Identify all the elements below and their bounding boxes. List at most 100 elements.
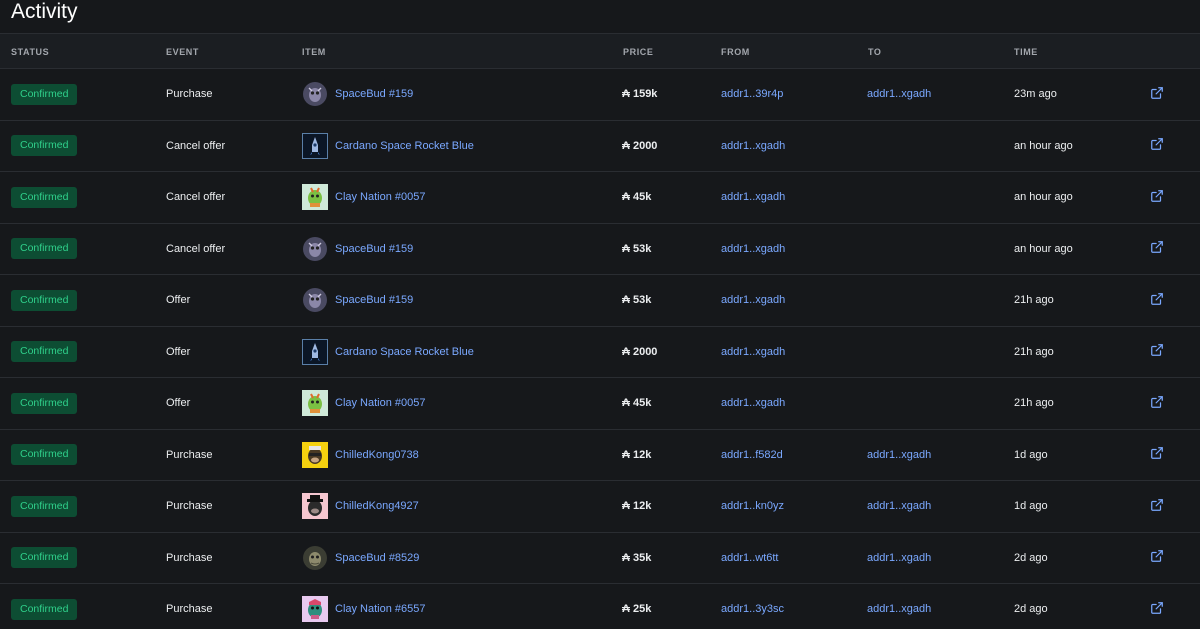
- external-link-cell[interactable]: [1150, 275, 1164, 326]
- item-link[interactable]: ChilledKong0738: [335, 449, 419, 461]
- from-address-link[interactable]: addr1..wt6tt: [721, 552, 778, 564]
- external-link-icon[interactable]: [1150, 137, 1164, 154]
- table-row[interactable]: Confirmed Purchase Clay Nation #6557 ₳ 2…: [0, 584, 1200, 629]
- from-address-link[interactable]: addr1..kn0yz: [721, 500, 784, 512]
- table-row[interactable]: Confirmed Cancel offer Clay Nation #0057…: [0, 172, 1200, 224]
- external-link-cell[interactable]: [1150, 481, 1164, 532]
- table-row[interactable]: Confirmed Offer SpaceBud #159 ₳ 53k addr…: [0, 275, 1200, 327]
- from-address-link[interactable]: addr1..xgadh: [721, 140, 785, 152]
- nft-thumbnail[interactable]: [302, 184, 328, 211]
- external-link-cell[interactable]: [1150, 172, 1164, 223]
- to-cell[interactable]: addr1..xgadh: [867, 481, 931, 532]
- from-cell[interactable]: addr1..wt6tt: [721, 533, 778, 584]
- external-link-icon[interactable]: [1150, 498, 1164, 515]
- nft-thumbnail[interactable]: [302, 493, 328, 520]
- item-link[interactable]: SpaceBud #159: [335, 243, 413, 255]
- nft-thumbnail[interactable]: [302, 287, 328, 313]
- item-link[interactable]: ChilledKong4927: [335, 500, 419, 512]
- external-link-icon[interactable]: [1150, 395, 1164, 412]
- to-address-link[interactable]: addr1..xgadh: [867, 449, 931, 461]
- external-link-icon[interactable]: [1150, 601, 1164, 618]
- item-cell[interactable]: Cardano Space Rocket Blue: [302, 327, 474, 378]
- from-address-link[interactable]: addr1..xgadh: [721, 346, 785, 358]
- from-cell[interactable]: addr1..f582d: [721, 430, 783, 481]
- item-link[interactable]: Cardano Space Rocket Blue: [335, 346, 474, 358]
- external-link-icon[interactable]: [1150, 189, 1164, 206]
- item-link[interactable]: Clay Nation #6557: [335, 603, 426, 615]
- to-address-link[interactable]: addr1..xgadh: [867, 552, 931, 564]
- to-cell[interactable]: addr1..xgadh: [867, 533, 931, 584]
- external-link-cell[interactable]: [1150, 430, 1164, 481]
- external-link-icon[interactable]: [1150, 292, 1164, 309]
- nft-thumbnail[interactable]: [302, 441, 328, 468]
- to-cell[interactable]: addr1..xgadh: [867, 584, 931, 629]
- item-cell[interactable]: SpaceBud #159: [302, 275, 413, 326]
- nft-thumbnail[interactable]: [302, 545, 328, 571]
- item-cell[interactable]: Clay Nation #6557: [302, 584, 426, 629]
- from-address-link[interactable]: addr1..xgadh: [721, 294, 785, 306]
- table-row[interactable]: Confirmed Offer Cardano Space Rocket Blu…: [0, 327, 1200, 378]
- column-header-item[interactable]: ITEM: [302, 34, 326, 70]
- external-link-cell[interactable]: [1150, 533, 1164, 584]
- column-header-to[interactable]: TO: [868, 34, 882, 70]
- from-address-link[interactable]: addr1..f582d: [721, 449, 783, 461]
- external-link-cell[interactable]: [1150, 121, 1164, 172]
- from-address-link[interactable]: addr1..3y3sc: [721, 603, 784, 615]
- to-address-link[interactable]: addr1..xgadh: [867, 603, 931, 615]
- external-link-cell[interactable]: [1150, 69, 1164, 120]
- item-link[interactable]: SpaceBud #8529: [335, 552, 419, 564]
- from-address-link[interactable]: addr1..39r4p: [721, 88, 783, 100]
- external-link-cell[interactable]: [1150, 327, 1164, 378]
- item-cell[interactable]: ChilledKong4927: [302, 481, 419, 532]
- to-cell[interactable]: addr1..xgadh: [867, 430, 931, 481]
- item-cell[interactable]: Cardano Space Rocket Blue: [302, 121, 474, 172]
- item-link[interactable]: Clay Nation #0057: [335, 191, 426, 203]
- to-address-link[interactable]: addr1..xgadh: [867, 500, 931, 512]
- item-cell[interactable]: ChilledKong0738: [302, 430, 419, 481]
- item-cell[interactable]: SpaceBud #159: [302, 224, 413, 275]
- from-cell[interactable]: addr1..xgadh: [721, 121, 785, 172]
- table-row[interactable]: Confirmed Purchase ChilledKong0738 ₳ 12k…: [0, 430, 1200, 481]
- external-link-cell[interactable]: [1150, 378, 1164, 429]
- from-address-link[interactable]: addr1..xgadh: [721, 191, 785, 203]
- table-row[interactable]: Confirmed Cancel offer SpaceBud #159 ₳ 5…: [0, 224, 1200, 275]
- external-link-cell[interactable]: [1150, 584, 1164, 629]
- nft-thumbnail[interactable]: [302, 236, 328, 262]
- table-row[interactable]: Confirmed Cancel offer Cardano Space Roc…: [0, 121, 1200, 172]
- item-cell[interactable]: SpaceBud #8529: [302, 533, 419, 584]
- item-cell[interactable]: Clay Nation #0057: [302, 378, 426, 429]
- table-row[interactable]: Confirmed Purchase SpaceBud #8529 ₳ 35k …: [0, 533, 1200, 584]
- from-cell[interactable]: addr1..xgadh: [721, 224, 785, 275]
- to-address-link[interactable]: addr1..xgadh: [867, 88, 931, 100]
- column-header-event[interactable]: EVENT: [166, 34, 199, 70]
- column-header-price[interactable]: PRICE: [623, 34, 654, 70]
- from-cell[interactable]: addr1..xgadh: [721, 378, 785, 429]
- item-link[interactable]: SpaceBud #159: [335, 88, 413, 100]
- item-cell[interactable]: Clay Nation #0057: [302, 172, 426, 223]
- from-address-link[interactable]: addr1..xgadh: [721, 397, 785, 409]
- external-link-icon[interactable]: [1150, 549, 1164, 566]
- from-cell[interactable]: addr1..39r4p: [721, 69, 783, 120]
- table-row[interactable]: Confirmed Offer Clay Nation #0057 ₳ 45k …: [0, 378, 1200, 430]
- external-link-icon[interactable]: [1150, 343, 1164, 360]
- from-address-link[interactable]: addr1..xgadh: [721, 243, 785, 255]
- column-header-time[interactable]: TIME: [1014, 34, 1038, 70]
- column-header-from[interactable]: FROM: [721, 34, 750, 70]
- table-row[interactable]: Confirmed Purchase ChilledKong4927 ₳ 12k…: [0, 481, 1200, 533]
- item-link[interactable]: Clay Nation #0057: [335, 397, 426, 409]
- table-row[interactable]: Confirmed Purchase SpaceBud #159 ₳ 159k …: [0, 69, 1200, 121]
- external-link-icon[interactable]: [1150, 446, 1164, 463]
- nft-thumbnail[interactable]: [302, 596, 328, 623]
- nft-thumbnail[interactable]: [302, 338, 328, 365]
- column-header-status[interactable]: STATUS: [11, 34, 49, 70]
- external-link-icon[interactable]: [1150, 86, 1164, 103]
- item-link[interactable]: Cardano Space Rocket Blue: [335, 140, 474, 152]
- external-link-icon[interactable]: [1150, 240, 1164, 257]
- from-cell[interactable]: addr1..kn0yz: [721, 481, 784, 532]
- from-cell[interactable]: addr1..3y3sc: [721, 584, 784, 629]
- nft-thumbnail[interactable]: [302, 81, 328, 107]
- external-link-cell[interactable]: [1150, 224, 1164, 275]
- from-cell[interactable]: addr1..xgadh: [721, 327, 785, 378]
- nft-thumbnail[interactable]: [302, 390, 328, 417]
- nft-thumbnail[interactable]: [302, 132, 328, 159]
